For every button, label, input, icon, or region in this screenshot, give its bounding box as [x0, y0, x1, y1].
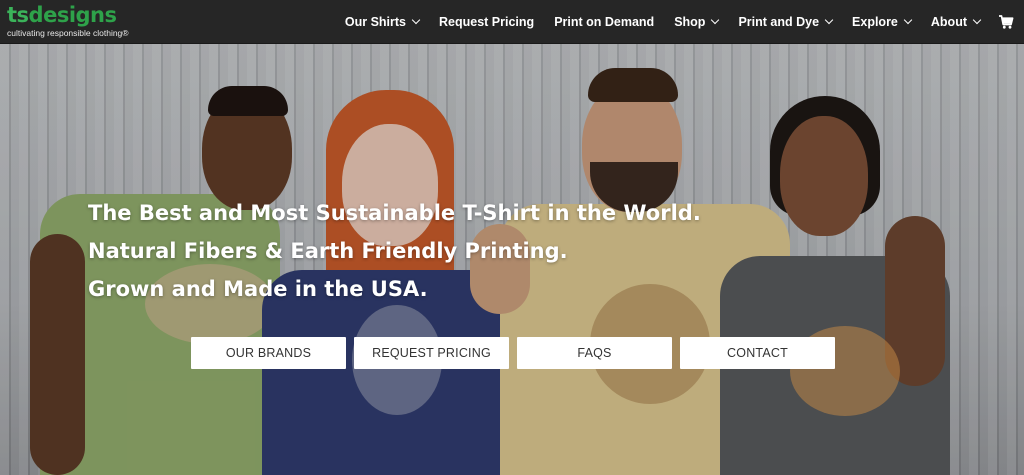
chevron-down-icon [903, 15, 913, 25]
contact-button[interactable]: CONTACT [680, 337, 835, 369]
nav-item-label: Explore [852, 15, 898, 29]
nav-item-label: Print on Demand [554, 15, 655, 29]
nav-item-explore[interactable]: Explore [852, 15, 913, 29]
hero-line-2: Natural Fibers & Earth Friendly Printing… [88, 239, 568, 263]
cart-icon[interactable] [998, 14, 1014, 30]
hero-headline: The Best and Most Sustainable T-Shirt in… [88, 194, 701, 308]
main-nav: Our Shirts Request Pricing Print on Dema… [325, 0, 1014, 44]
hero-banner: The Best and Most Sustainable T-Shirt in… [0, 44, 1024, 475]
nav-item-print-and-dye[interactable]: Print and Dye [738, 15, 834, 29]
nav-item-request-pricing[interactable]: Request Pricing [439, 15, 534, 29]
logo-tagline: cultivating responsible clothing® [7, 28, 129, 38]
nav-item-about[interactable]: About [930, 15, 982, 29]
nav-item-label: Print and Dye [738, 15, 820, 29]
nav-item-label: Our Shirts [344, 15, 407, 29]
nav-item-shop[interactable]: Shop [674, 15, 720, 29]
nav-item-label: Shop [674, 15, 706, 29]
faqs-button[interactable]: FAQS [517, 337, 672, 369]
chevron-down-icon [711, 15, 720, 25]
chevron-down-icon [972, 15, 982, 25]
chevron-down-icon [824, 15, 834, 25]
nav-item-print-on-demand[interactable]: Print on Demand [554, 15, 654, 29]
nav-item-label: About [930, 15, 967, 29]
logo-designs: designs [28, 3, 117, 27]
logo-wordmark: tsdesigns [7, 3, 132, 27]
logo[interactable]: tsdesigns cultivating responsible clothi… [7, 3, 132, 41]
chevron-down-icon [411, 15, 421, 25]
cart-icon-svg [999, 15, 1014, 29]
site-header: tsdesigns cultivating responsible clothi… [0, 0, 1024, 44]
logo-ts: ts [7, 3, 29, 27]
request-pricing-button[interactable]: REQUEST PRICING [354, 337, 509, 369]
hero-line-3: Grown and Made in the USA. [88, 277, 428, 301]
our-brands-button[interactable]: OUR BRANDS [191, 337, 346, 369]
hero-line-1: The Best and Most Sustainable T-Shirt in… [88, 201, 701, 225]
nav-item-our-shirts[interactable]: Our Shirts [344, 15, 421, 29]
nav-item-label: Request Pricing [439, 15, 535, 29]
hero-button-row: OUR BRANDS REQUEST PRICING FAQS CONTACT [191, 337, 843, 369]
